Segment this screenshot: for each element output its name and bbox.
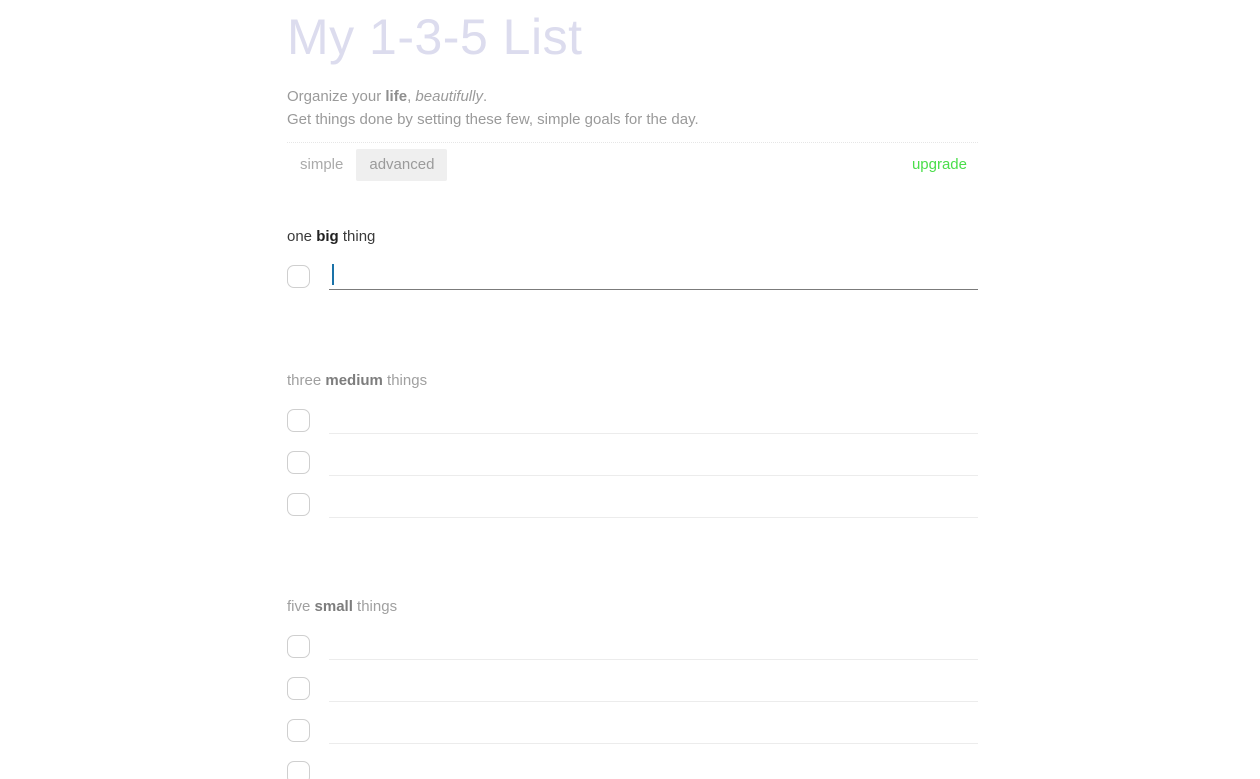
text-caret: [332, 264, 334, 285]
heading-small-suffix: things: [352, 598, 398, 615]
task-row: [287, 263, 978, 305]
task-input-wrap: [329, 449, 978, 476]
task-checkbox-medium-3[interactable]: [287, 493, 310, 516]
section-heading-big: one big thing: [287, 228, 978, 246]
heading-big-prefix: one: [287, 228, 317, 245]
task-input-wrap: [329, 717, 978, 744]
task-row: [287, 633, 978, 675]
heading-small-bold: small: [314, 598, 353, 615]
task-input-small-4[interactable]: [329, 759, 978, 779]
task-input-big-1[interactable]: [329, 263, 978, 290]
tab-advanced[interactable]: advanced: [356, 149, 448, 181]
task-checkbox-small-2[interactable]: [287, 677, 310, 700]
section-heading-medium: three medium things: [287, 372, 978, 390]
task-input-small-3[interactable]: [329, 717, 978, 744]
page-title: My 1-3-5 List: [287, 9, 583, 65]
heading-small-prefix: five: [287, 598, 315, 615]
task-checkbox-big-1[interactable]: [287, 265, 310, 288]
task-checkbox-medium-1[interactable]: [287, 409, 310, 432]
section-big: one big thing: [287, 228, 978, 305]
task-row: [287, 407, 978, 449]
upgrade-link[interactable]: upgrade: [912, 156, 967, 174]
task-input-wrap: [329, 407, 978, 434]
section-heading-small: five small things: [287, 598, 978, 616]
task-checkbox-small-4[interactable]: [287, 761, 310, 779]
task-rows-medium: [287, 407, 978, 533]
task-row: [287, 675, 978, 717]
heading-big-bold: big: [316, 228, 339, 245]
section-small: five small things: [287, 598, 978, 779]
task-row: [287, 491, 978, 533]
task-input-medium-3[interactable]: [329, 491, 978, 518]
tagline-bold-word: life: [385, 88, 408, 105]
tagline: Organize your life, beautifully. Get thi…: [287, 62, 978, 131]
heading-medium-prefix: three: [287, 372, 326, 389]
section-medium: three medium things: [287, 372, 978, 533]
task-row: [287, 717, 978, 759]
task-input-small-1[interactable]: [329, 633, 978, 660]
heading-big-suffix: thing: [338, 228, 376, 245]
task-input-wrap: [329, 675, 978, 702]
task-input-medium-2[interactable]: [329, 449, 978, 476]
content-container: My 1-3-5 List Organize your life, beauti…: [287, 0, 978, 779]
toolbar: simple advanced upgrade: [287, 149, 978, 189]
task-input-wrap: [329, 759, 978, 779]
task-input-small-2[interactable]: [329, 675, 978, 702]
task-input-wrap: [329, 491, 978, 518]
tagline-italic-word: beautifully: [415, 88, 483, 105]
tagline-period: .: [482, 88, 488, 105]
task-rows-big: [287, 263, 978, 305]
app-root: My 1-3-5 List Organize your life, beauti…: [0, 0, 1260, 779]
task-input-wrap: [329, 263, 978, 290]
task-checkbox-medium-2[interactable]: [287, 451, 310, 474]
task-input-wrap: [329, 633, 978, 660]
header-divider: [287, 142, 978, 143]
tab-simple[interactable]: simple: [287, 149, 356, 181]
task-checkbox-small-1[interactable]: [287, 635, 310, 658]
view-mode-tabs: simple advanced: [287, 149, 448, 181]
tagline-line1: Organize your life, beautifully.: [287, 88, 487, 105]
heading-medium-bold: medium: [325, 372, 383, 389]
tagline-line2: Get things done by setting these few, si…: [287, 111, 699, 128]
task-input-medium-1[interactable]: [329, 407, 978, 434]
task-checkbox-small-3[interactable]: [287, 719, 310, 742]
task-rows-small: [287, 633, 978, 779]
task-row: [287, 759, 978, 779]
tagline-prefix: Organize your: [287, 88, 386, 105]
task-row: [287, 449, 978, 491]
heading-medium-suffix: things: [382, 372, 428, 389]
